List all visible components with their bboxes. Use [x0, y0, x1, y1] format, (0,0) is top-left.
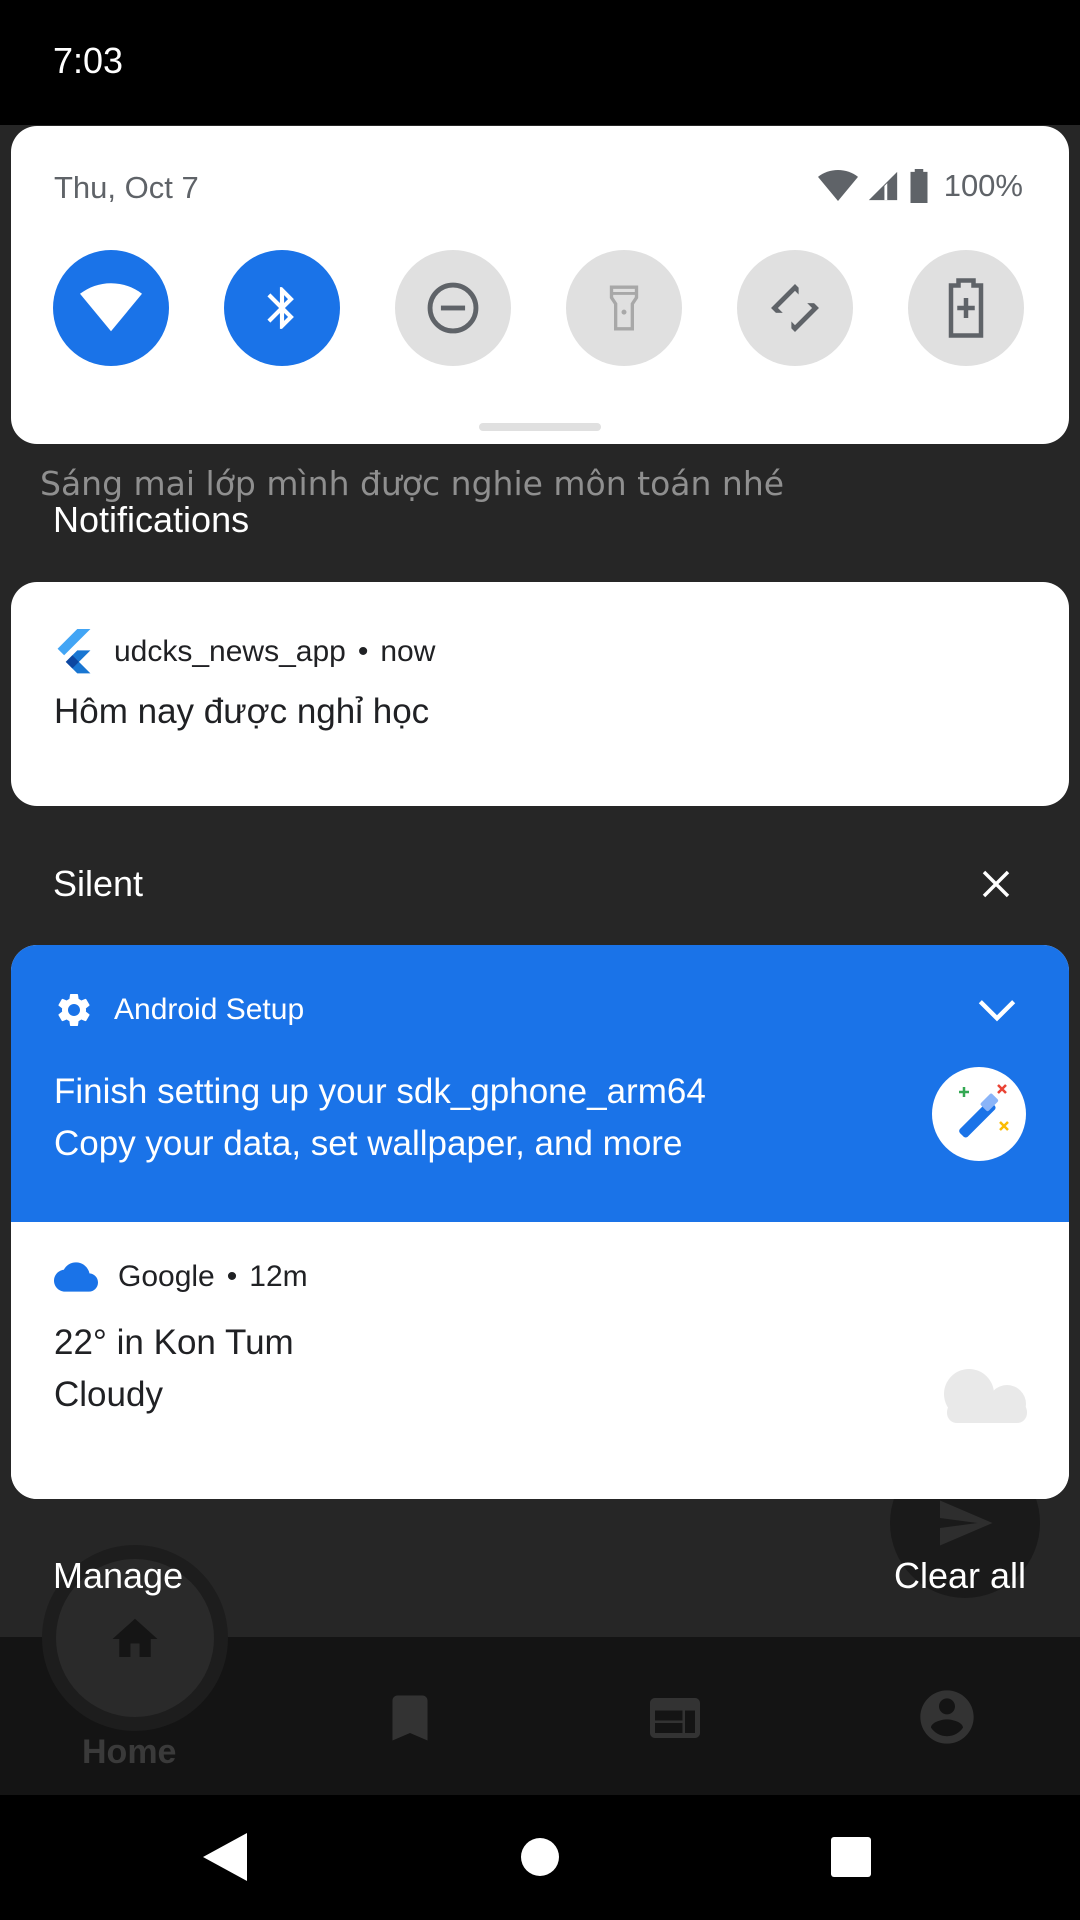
- wifi-icon: [80, 283, 142, 332]
- silent-section-label: Silent: [53, 863, 144, 904]
- recents-icon[interactable]: [831, 1837, 871, 1877]
- magic-wand-icon: [959, 1084, 1009, 1138]
- do-not-disturb-icon: [427, 282, 479, 334]
- manage-button[interactable]: Manage: [53, 1555, 183, 1597]
- notification-weather-header: Google • 12m: [54, 1260, 308, 1294]
- home-icon: [112, 1618, 158, 1657]
- flutter-app-icon: [57, 629, 91, 674]
- notification-news-text: Hôm nay được nghỉ học: [54, 692, 430, 731]
- status-bar: 7:03: [0, 0, 1080, 125]
- qs-status-icons: 100%: [817, 168, 1023, 204]
- notification-news-time: now: [380, 635, 436, 668]
- notification-news-app-name: udcks_news_app: [114, 635, 346, 668]
- tile-do-not-disturb[interactable]: [395, 250, 511, 366]
- battery-percent: 100%: [943, 168, 1023, 203]
- web-icon: [650, 1698, 700, 1738]
- battery-saver-icon: [948, 278, 984, 338]
- setup-large-icon: [932, 1067, 1026, 1161]
- notification-android-setup[interactable]: Android Setup Finish setting up your sdk…: [11, 945, 1069, 1222]
- tile-auto-rotate[interactable]: [737, 250, 853, 366]
- gear-icon: [58, 994, 90, 1026]
- notification-weather[interactable]: Google • 12m 22° in Kon Tum Cloudy: [11, 1222, 1069, 1499]
- bookmark-icon: [392, 1695, 428, 1741]
- clear-all-button[interactable]: Clear all: [894, 1555, 1026, 1597]
- battery-status-icon: [910, 169, 928, 203]
- notification-setup-content: Finish setting up your sdk_gphone_arm64 …: [54, 1066, 706, 1170]
- account-icon: [920, 1690, 974, 1744]
- cell-signal-icon: [868, 171, 897, 201]
- notification-news[interactable]: udcks_news_app • now Hôm nay được nghỉ h…: [11, 582, 1069, 806]
- silent-notifications-group: Android Setup Finish setting up your sdk…: [11, 945, 1069, 1499]
- status-time: 7:03: [53, 40, 124, 81]
- tile-flashlight[interactable]: [566, 250, 682, 366]
- qs-drag-handle[interactable]: [479, 423, 601, 431]
- notifications-section-label: Notifications: [53, 499, 250, 540]
- chevron-down-icon[interactable]: [977, 997, 1017, 1023]
- notification-news-header: udcks_news_app • now: [54, 629, 435, 675]
- tile-bluetooth[interactable]: [224, 250, 340, 366]
- notification-setup-title: Finish setting up your sdk_gphone_arm64: [54, 1072, 706, 1111]
- dismiss-silent-close-icon[interactable]: [980, 868, 1012, 900]
- wifi-status-icon: [817, 170, 858, 201]
- send-icon: [940, 1500, 993, 1546]
- qs-date: Thu, Oct 7: [54, 170, 199, 205]
- notification-weather-app-name: Google: [118, 1260, 215, 1293]
- home-nav-icon[interactable]: [520, 1837, 560, 1877]
- tile-battery-saver[interactable]: [908, 250, 1024, 366]
- cloud-icon: [54, 1262, 98, 1292]
- background-app-text: Sáng mai lớp mình được nghie môn toán nh…: [40, 464, 785, 503]
- notification-weather-time: 12m: [249, 1260, 308, 1293]
- notification-weather-title: 22° in Kon Tum: [54, 1323, 294, 1362]
- notification-setup-header: Android Setup: [54, 990, 304, 1030]
- notification-setup-text: Copy your data, set wallpaper, and more: [54, 1124, 683, 1163]
- background-home-label: Home: [82, 1733, 177, 1771]
- quick-settings-panel: Thu, Oct 7 100%: [11, 126, 1069, 444]
- back-icon[interactable]: [203, 1833, 247, 1881]
- notification-setup-app-name: Android Setup: [114, 993, 305, 1026]
- flashlight-icon: [609, 285, 639, 331]
- notification-weather-text: Cloudy: [54, 1375, 163, 1414]
- tile-wifi[interactable]: [53, 250, 169, 366]
- cloudy-weather-icon: [944, 1369, 1027, 1423]
- auto-rotate-icon: [771, 284, 819, 332]
- system-nav-bar: [0, 1795, 1080, 1920]
- notification-weather-content: 22° in Kon Tum Cloudy: [54, 1317, 294, 1421]
- bluetooth-icon: [267, 287, 294, 329]
